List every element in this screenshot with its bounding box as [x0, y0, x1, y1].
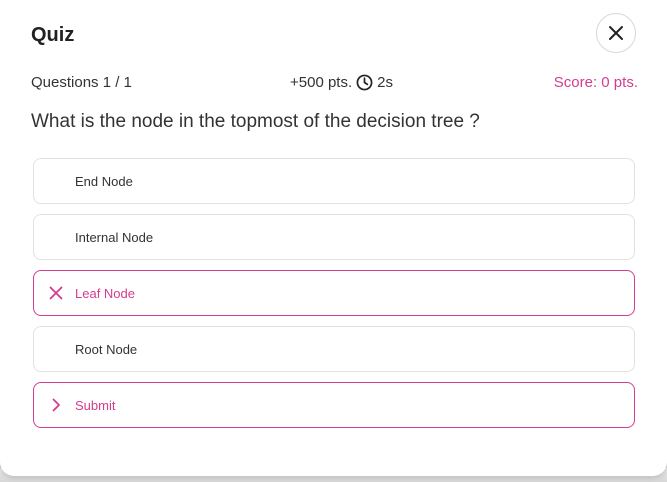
answer-option-wrong[interactable]: Leaf Node — [33, 270, 635, 316]
answer-option[interactable]: Internal Node — [33, 214, 635, 260]
timer-value: 2s — [377, 74, 393, 91]
answer-option-label: End Node — [75, 174, 133, 189]
quiz-meta-row: Questions 1 / 1 +500 pts. 2s Score: 0 pt… — [31, 74, 638, 94]
answer-option-label: Internal Node — [75, 230, 154, 245]
x-icon — [49, 286, 63, 300]
points-timer: +500 pts. 2s — [290, 74, 393, 91]
answer-option[interactable]: End Node — [33, 158, 635, 204]
modal-title: Quiz — [31, 24, 75, 46]
quiz-modal: Quiz Questions 1 / 1 +500 pts. 2s Score:… — [0, 0, 667, 476]
chevron-right-icon — [52, 398, 60, 412]
submit-button[interactable]: Submit — [33, 382, 635, 428]
close-button[interactable] — [596, 13, 636, 53]
answer-option[interactable]: Root Node — [33, 326, 635, 372]
answer-option-label: Root Node — [75, 342, 138, 357]
score-value: Score: 0 pts. — [553, 74, 638, 91]
clock-icon — [356, 74, 373, 91]
close-icon — [609, 26, 623, 40]
points-value: +500 pts. — [290, 74, 353, 91]
question-counter: Questions 1 / 1 — [31, 74, 132, 91]
answer-option-label: Leaf Node — [75, 286, 135, 301]
question-text: What is the node in the topmost of the d… — [31, 111, 480, 132]
submit-label: Submit — [75, 398, 116, 413]
